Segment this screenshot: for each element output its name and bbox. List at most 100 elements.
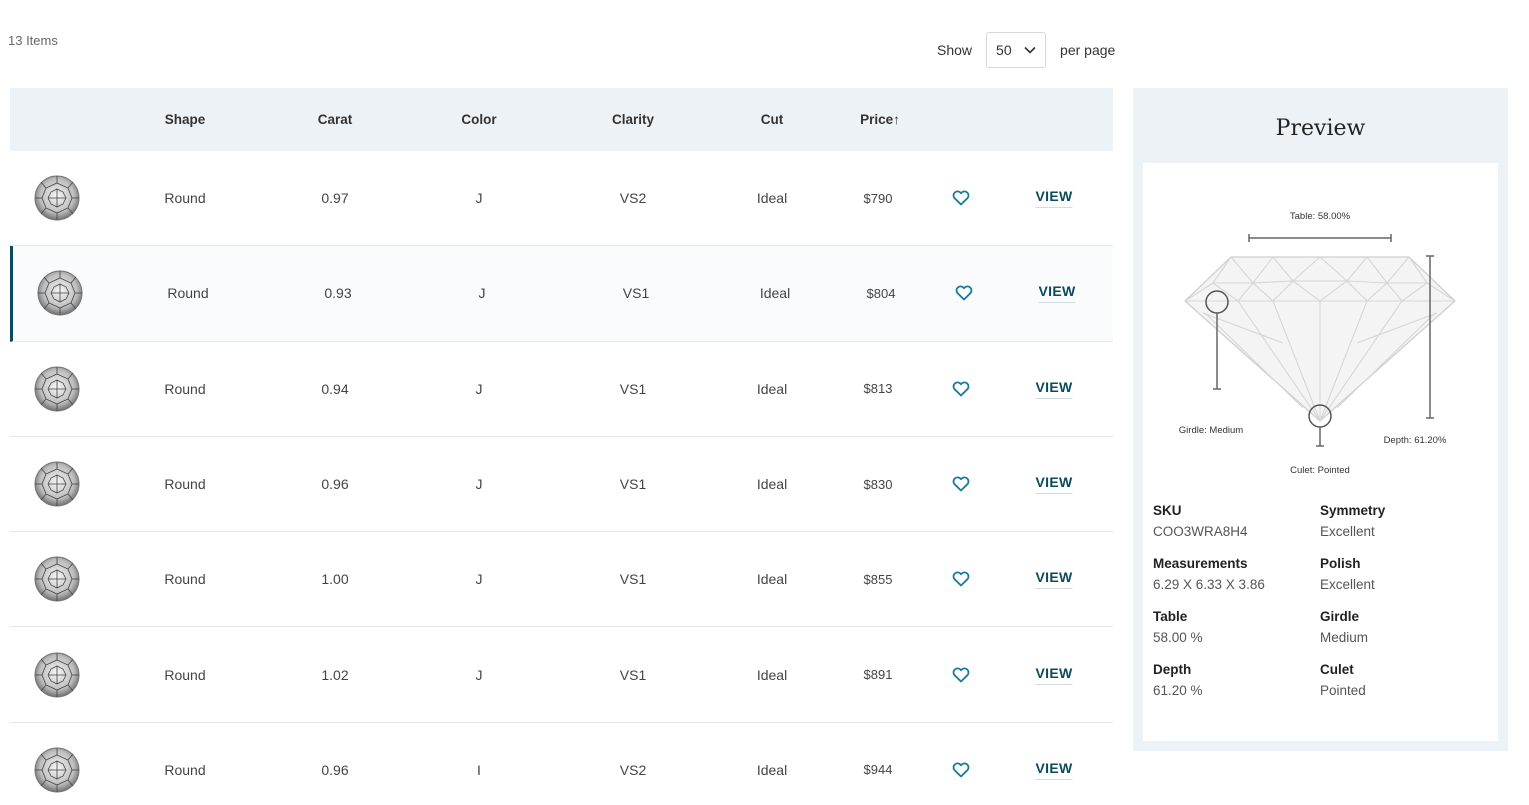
heart-icon[interactable] (955, 285, 973, 301)
heart-icon[interactable] (952, 476, 970, 492)
cell-shape: Round (164, 380, 206, 397)
cell-clarity: VS1 (619, 666, 647, 683)
heart-icon[interactable] (952, 190, 970, 206)
per-page-select[interactable]: 50 (986, 32, 1047, 68)
cell-clarity: VS1 (619, 380, 647, 397)
cell-shape: Round (167, 285, 209, 302)
spec-value: 58.00 % (1153, 630, 1203, 645)
cell-price: $891 (863, 667, 893, 683)
spec-value: 6.29 X 6.33 X 3.86 (1153, 577, 1265, 592)
cell-cut: Ideal (756, 380, 788, 397)
spec-grid: SKU COO3WRA8H4 Symmetry Excellent Measuremen… (1153, 503, 1493, 698)
cell-clarity: VS2 (619, 761, 647, 778)
view-button[interactable]: VIEW (1038, 283, 1076, 304)
cell-price: $790 (863, 190, 893, 206)
spec-item: Polish Excellent (1320, 556, 1487, 592)
header-clarity[interactable]: Clarity (612, 112, 654, 127)
header-cut[interactable]: Cut (761, 112, 784, 127)
cell-price: $855 (863, 571, 893, 587)
show-label: Show (937, 42, 973, 58)
cell-clarity: VS1 (619, 476, 647, 493)
view-button[interactable]: VIEW (1035, 379, 1073, 399)
preview-title: Preview (1275, 116, 1366, 141)
round-diamond-icon (34, 366, 80, 412)
cell-color: J (475, 380, 483, 397)
header-carat[interactable]: Carat (318, 112, 353, 127)
round-diamond-icon (37, 270, 83, 316)
spec-label: Measurements (1153, 556, 1248, 571)
cell-cut: Ideal (756, 666, 788, 683)
view-button[interactable]: VIEW (1035, 665, 1073, 685)
spec-value: COO3WRA8H4 (1153, 524, 1248, 539)
round-diamond-icon (34, 652, 80, 698)
round-diamond-icon (34, 556, 80, 602)
cell-carat: 0.96 (321, 761, 349, 778)
spec-item: Culet Pointed (1320, 662, 1487, 698)
round-diamond-icon (34, 175, 80, 221)
cell-clarity: VS1 (619, 571, 647, 588)
diagram-depth-label: Depth: 61.20% (1384, 435, 1447, 446)
table-row[interactable]: Round 1.00 J VS1 Ideal $855 VIEW (10, 532, 1113, 628)
cell-price: $830 (863, 476, 893, 492)
cell-color: J (475, 666, 483, 683)
view-button[interactable]: VIEW (1035, 760, 1073, 780)
header-price[interactable]: Price↑ (860, 112, 900, 127)
heart-icon[interactable] (952, 381, 970, 397)
spec-value: 61.20 % (1153, 683, 1203, 698)
spec-item: Symmetry Excellent (1320, 503, 1487, 539)
cell-shape: Round (164, 571, 206, 588)
spec-label: Symmetry (1320, 503, 1386, 518)
table-row[interactable]: Round 0.97 J VS2 Ideal $790 VIEW (10, 151, 1113, 247)
spec-label: SKU (1153, 503, 1182, 518)
table-row[interactable]: Round 0.93 J VS1 Ideal $804 VIEW (10, 246, 1113, 342)
spec-item: Girdle Medium (1320, 609, 1487, 645)
spec-value: Medium (1320, 630, 1369, 645)
table-row[interactable]: Round 0.94 J VS1 Ideal $813 VIEW (10, 342, 1113, 437)
round-diamond-icon (34, 461, 80, 507)
diamond-table: Shape Carat Color Clarity Cut Price↑ Rou… (10, 88, 1113, 805)
chevron-down-icon (1024, 46, 1036, 54)
heart-icon[interactable] (952, 762, 970, 778)
table-row[interactable]: Round 0.96 I VS2 Ideal $944 VIEW (10, 723, 1113, 805)
spec-item: Measurements 6.29 X 6.33 X 3.86 (1153, 556, 1320, 592)
table-body: Round 0.97 J VS2 Ideal $790 VIEW Round 0.93 J VS1 I… (10, 151, 1113, 805)
cell-carat: 1.00 (321, 571, 349, 588)
spec-label: Depth (1153, 662, 1192, 677)
cell-clarity: VS1 (622, 285, 650, 302)
spec-label: Table (1153, 609, 1188, 624)
spec-label: Girdle (1320, 609, 1360, 624)
table-row[interactable]: Round 1.02 J VS1 Ideal $891 VIEW (10, 627, 1113, 723)
cell-cut: Ideal (759, 285, 791, 302)
table-row[interactable]: Round 0.96 J VS1 Ideal $830 VIEW (10, 437, 1113, 533)
cell-carat: 0.93 (324, 285, 352, 302)
cell-carat: 1.02 (321, 666, 349, 683)
spec-item: Depth 61.20 % (1153, 662, 1320, 698)
cell-carat: 0.96 (321, 476, 349, 493)
spec-value: Excellent (1320, 524, 1375, 539)
spec-value: Pointed (1320, 683, 1366, 698)
items-count: 13 Items (8, 33, 58, 48)
cell-price: $813 (863, 381, 893, 397)
header-color[interactable]: Color (461, 112, 496, 127)
cell-color: J (475, 190, 483, 207)
cell-cut: Ideal (756, 476, 788, 493)
heart-icon[interactable] (952, 667, 970, 683)
diamond-proportions-diagram: Table: 58.00% Girdle: Medium Depth: 61.2… (1179, 211, 1456, 476)
cell-shape: Round (164, 666, 206, 683)
spec-item: Table 58.00 % (1153, 609, 1320, 645)
cell-color: I (477, 761, 481, 778)
view-button[interactable]: VIEW (1035, 188, 1073, 209)
cell-cut: Ideal (756, 190, 788, 207)
header-shape[interactable]: Shape (165, 112, 206, 127)
view-button[interactable]: VIEW (1035, 474, 1073, 495)
cell-shape: Round (164, 476, 206, 493)
preview-panel: Preview Table: 58.00% Girdle: Medium Dep… (1133, 88, 1508, 751)
cell-price: $944 (863, 762, 893, 778)
per-page-value: 50 (996, 42, 1012, 58)
preview-card: Table: 58.00% Girdle: Medium Depth: 61.2… (1143, 163, 1498, 741)
cell-shape: Round (164, 761, 206, 778)
view-button[interactable]: VIEW (1035, 569, 1073, 590)
diagram-girdle-label: Girdle: Medium (1179, 425, 1243, 436)
cell-color: J (475, 476, 483, 493)
heart-icon[interactable] (952, 571, 970, 587)
